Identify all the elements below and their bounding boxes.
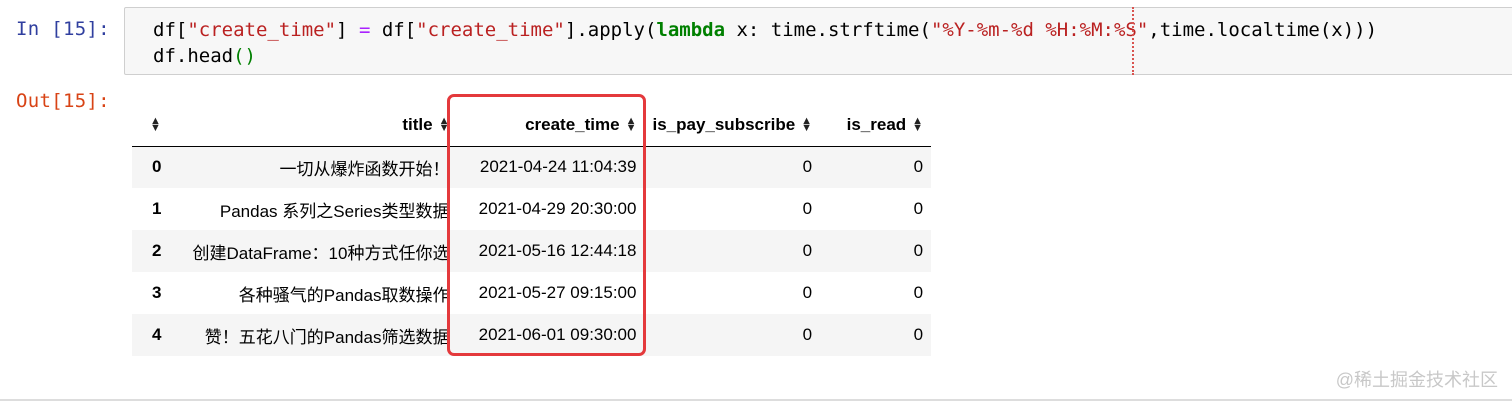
column-label: is_pay_subscribe: [652, 114, 796, 134]
cell-is-pay-subscribe: 0: [802, 241, 813, 260]
column-label: is_read: [846, 114, 907, 134]
paren-token: (): [233, 45, 256, 67]
cell-is-read: 0: [913, 325, 924, 344]
line-length-ruler: [1132, 7, 1134, 75]
cell-is-read: 0: [913, 199, 924, 218]
cell-is-pay-subscribe: 0: [802, 283, 813, 302]
cell-is-pay-subscribe: 0: [802, 325, 813, 344]
column-header-is-pay-subscribe[interactable]: is_pay_subscribe ▲ ▼: [644, 104, 821, 147]
string-token: "create_time": [187, 19, 337, 41]
cell-title: 赞！五花八门的Pandas筛选数据: [204, 327, 450, 347]
code-token: df[: [370, 19, 417, 41]
code-line-2: df.head(): [153, 45, 256, 67]
watermark: @稀土掘金技术社区: [1335, 370, 1498, 390]
cell-is-read: 0: [913, 157, 924, 177]
row-index: 0: [152, 157, 162, 177]
column-header-title[interactable]: title ▲ ▼: [169, 104, 458, 147]
code-cell[interactable]: df["create_time"] = df["create_time"].ap…: [124, 7, 1512, 75]
code-token: ,time.localtime(x))): [1148, 19, 1378, 41]
row-index: 2: [152, 241, 162, 260]
code-token: x: time.strftime(: [725, 19, 931, 41]
string-token: "create_time": [416, 19, 565, 41]
cell-is-pay-subscribe: 0: [802, 157, 813, 177]
row-index: 3: [152, 283, 162, 302]
operator-token: =: [358, 19, 371, 41]
sort-arrows-icon[interactable]: ▲ ▼: [801, 116, 812, 134]
cell-title: 创建DataFrame：10种方式任你选: [192, 243, 450, 263]
code-token: df[: [153, 19, 188, 41]
keyword-token: lambda: [656, 19, 726, 41]
sort-arrows-icon[interactable]: ▲ ▼: [150, 116, 161, 134]
cell-title: 各种骚气的Pandas取数操作: [238, 285, 450, 305]
row-index: 1: [152, 199, 162, 218]
code-token: ]: [336, 19, 359, 41]
code-token: ].apply(: [564, 19, 657, 41]
column-header-is-read[interactable]: is_read ▲ ▼: [820, 104, 932, 147]
column-label: title: [402, 114, 433, 134]
cell-title: 一切从爆炸函数开始！: [279, 159, 450, 179]
cell-is-read: 0: [913, 283, 924, 302]
sort-arrows-icon[interactable]: ▲ ▼: [912, 116, 923, 134]
index-header[interactable]: ▲ ▼: [132, 104, 170, 147]
input-prompt: In [15]:: [16, 18, 110, 40]
string-token: "%Y-%m-%d %H:%M:%S": [930, 19, 1149, 41]
output-prompt: Out[15]:: [16, 90, 110, 112]
cell-title: Pandas 系列之Series类型数据: [219, 201, 450, 221]
cell-is-pay-subscribe: 0: [802, 199, 813, 218]
row-index: 4: [152, 325, 162, 344]
highlight-box-create-time: [447, 94, 646, 356]
code-line-1: df["create_time"] = df["create_time"].ap…: [153, 19, 1377, 41]
cell-is-read: 0: [913, 241, 924, 260]
code-token: df.head: [153, 45, 234, 67]
